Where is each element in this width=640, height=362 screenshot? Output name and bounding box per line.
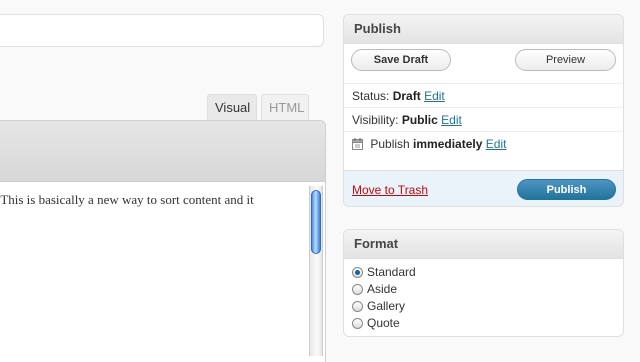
preview-button[interactable]: Preview: [515, 49, 616, 71]
format-option-standard[interactable]: Standard: [352, 264, 416, 280]
schedule-value: immediately: [413, 137, 483, 151]
format-option-label: Gallery: [367, 299, 406, 313]
publish-button[interactable]: Publish: [517, 179, 616, 200]
format-box-title: Format: [344, 230, 623, 259]
editor-content-text: s. This is basically a new way to sort c…: [0, 192, 254, 207]
status-row: Status: Draft Edit: [344, 83, 623, 107]
save-draft-button[interactable]: Save Draft: [351, 49, 451, 71]
format-option-label: Aside: [367, 282, 398, 296]
visibility-value: Public: [401, 113, 438, 127]
edit-status-link[interactable]: Edit: [424, 89, 445, 103]
editor-scrollbar[interactable]: [309, 186, 323, 356]
edit-visibility-link[interactable]: Edit: [441, 113, 462, 127]
tab-visual[interactable]: Visual: [207, 94, 257, 120]
radio-icon[interactable]: [352, 284, 363, 295]
format-option-quote[interactable]: Quote: [352, 315, 400, 331]
schedule-row: Publish immediately Edit: [344, 131, 623, 155]
visibility-row: Visibility: Public Edit: [344, 107, 623, 131]
radio-icon[interactable]: [352, 318, 363, 329]
radio-icon[interactable]: [352, 267, 363, 278]
scrollbar-thumb[interactable]: [311, 190, 321, 254]
editor-content-area[interactable]: s. This is basically a new way to sort c…: [0, 182, 326, 362]
format-option-aside[interactable]: Aside: [352, 281, 397, 297]
editor-toolbar: [0, 120, 326, 182]
format-option-gallery[interactable]: Gallery: [352, 298, 405, 314]
post-title-input[interactable]: [0, 14, 324, 47]
format-box: Format Standard Aside Gallery Quote: [343, 229, 624, 337]
publish-box: Publish Save Draft Preview Status: Draft…: [343, 14, 624, 207]
tab-html[interactable]: HTML: [261, 94, 309, 120]
status-label: Status:: [352, 89, 390, 103]
radio-icon[interactable]: [352, 301, 363, 312]
format-option-label: Quote: [367, 316, 400, 330]
status-value: Draft: [392, 89, 421, 103]
edit-schedule-link[interactable]: Edit: [486, 137, 507, 151]
format-option-label: Standard: [367, 265, 416, 279]
publish-box-title: Publish: [344, 15, 623, 44]
calendar-icon: [352, 134, 363, 150]
move-to-trash-link[interactable]: Move to Trash: [352, 183, 428, 197]
visibility-label: Visibility:: [352, 113, 399, 127]
publish-actions: Move to Trash Publish: [344, 170, 623, 206]
schedule-label: Publish: [370, 137, 410, 151]
